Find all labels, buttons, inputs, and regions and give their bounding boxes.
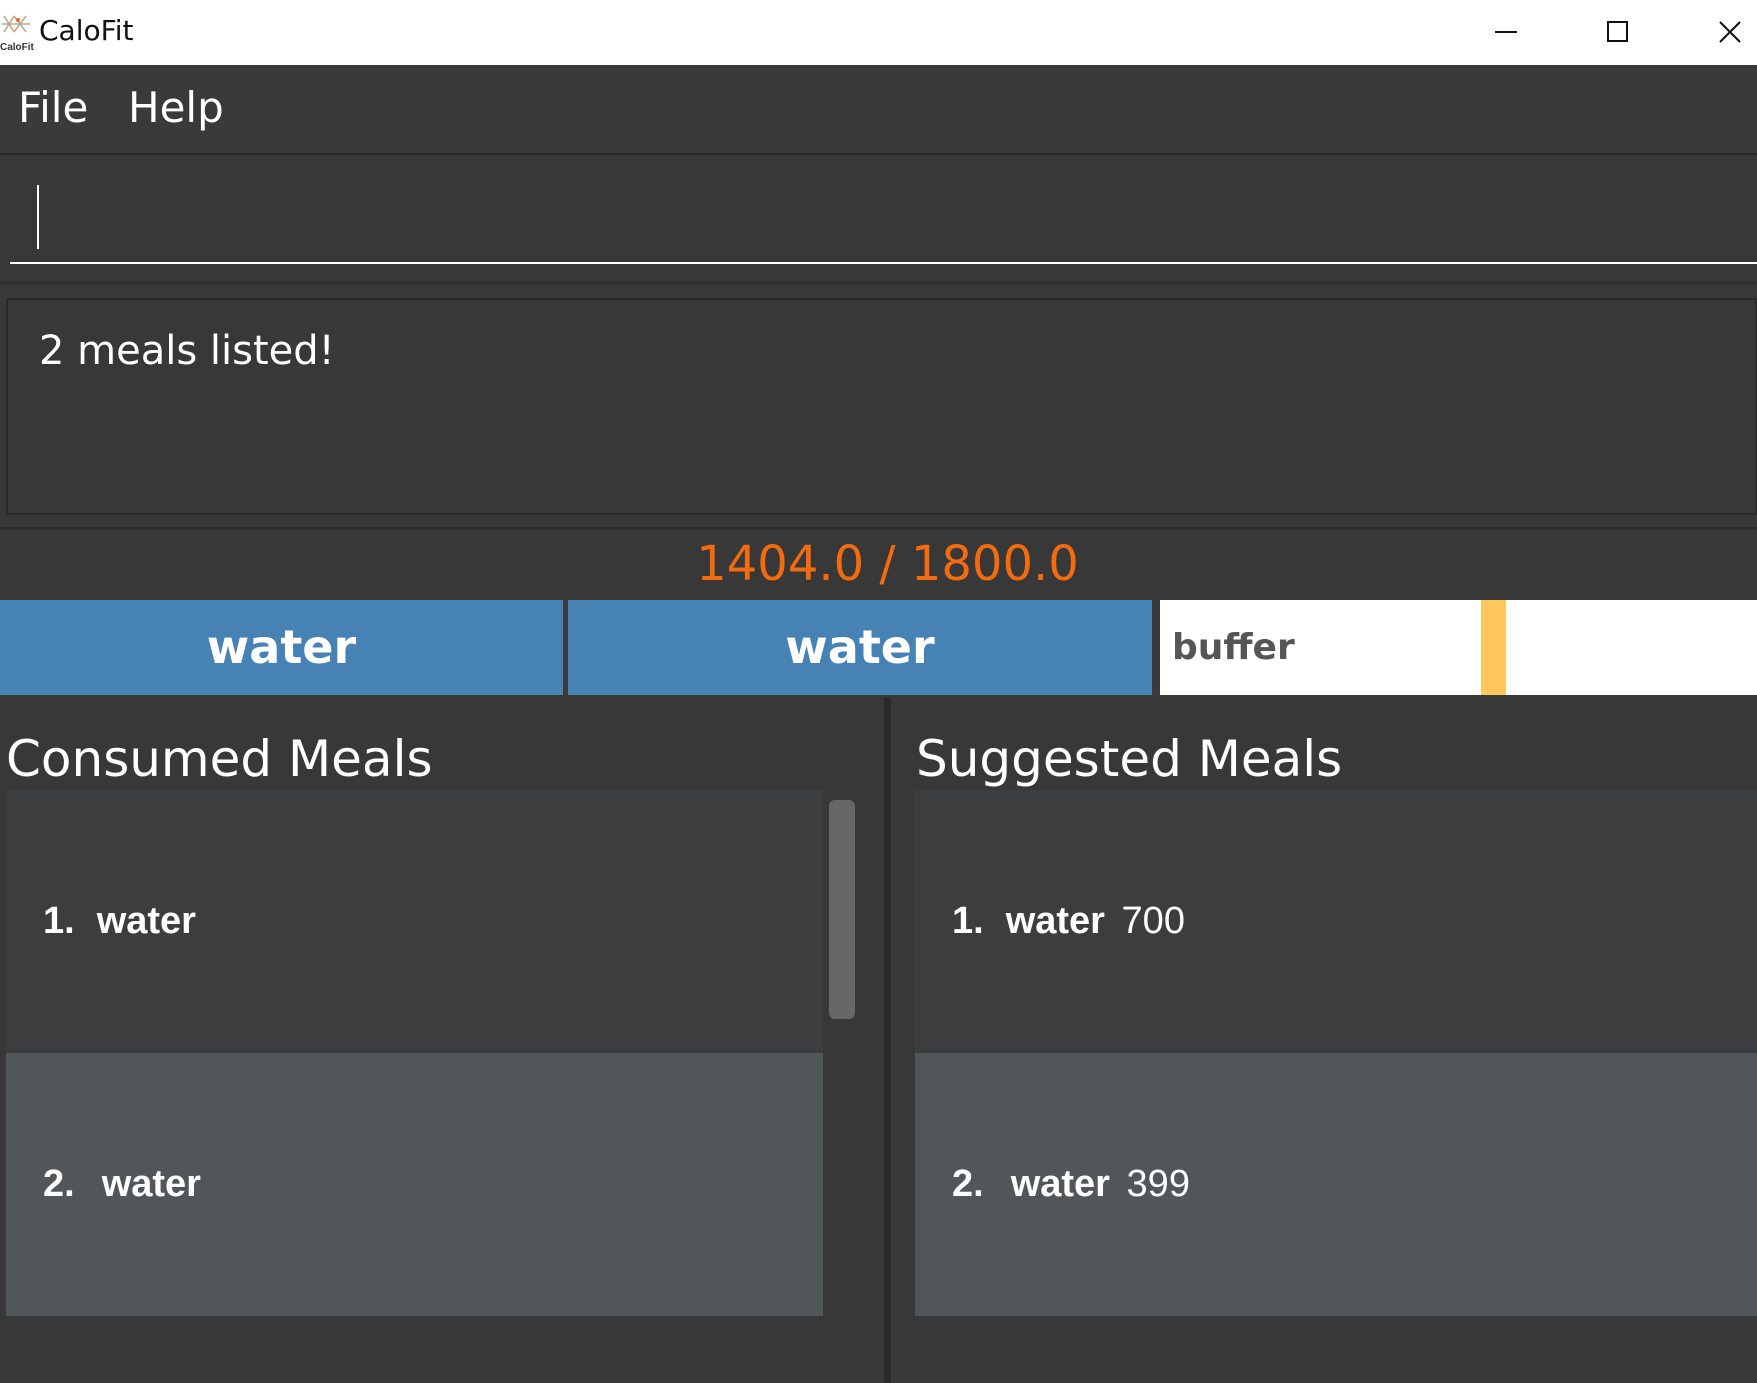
app-logo-text: CaloFit xyxy=(0,42,34,53)
buffer-label: buffer xyxy=(1172,627,1295,668)
command-box-area xyxy=(0,155,1757,282)
text-caret xyxy=(37,185,39,249)
meal-calories: 399 xyxy=(1126,1163,1190,1205)
close-button[interactable] xyxy=(1674,0,1757,65)
meal-entry: 1. water xyxy=(43,900,196,943)
minimize-icon xyxy=(1495,31,1517,33)
list-item[interactable]: 1. water 700 xyxy=(915,790,1757,1053)
calorie-target-marker xyxy=(1481,600,1506,695)
maximize-button[interactable] xyxy=(1562,0,1674,65)
meal-entry: 2. water xyxy=(43,1163,201,1206)
list-item[interactable]: 2. water 399 xyxy=(915,1053,1757,1316)
meal-name: water xyxy=(101,1163,201,1205)
progress-segment-label: water xyxy=(785,620,935,674)
meal-name: water xyxy=(96,900,196,942)
consumed-meals-title: Consumed Meals xyxy=(6,730,433,788)
meal-index: 1. xyxy=(952,900,984,942)
suggested-meals-title: Suggested Meals xyxy=(916,730,1343,788)
result-display[interactable]: 2 meals listed! xyxy=(6,298,1757,515)
scrollbar-thumb[interactable] xyxy=(829,800,855,1019)
meal-index: 1. xyxy=(43,900,75,942)
progress-segment-label: water xyxy=(206,620,357,674)
menu-file[interactable]: File xyxy=(18,83,88,132)
panel-divider[interactable] xyxy=(884,697,891,1383)
calorie-count: 1404.0 / 1800.0 xyxy=(696,536,1079,592)
progress-segment: water xyxy=(0,600,563,695)
segment-separator xyxy=(1152,600,1160,695)
suggested-meals-list[interactable]: 1. water 700 2. water 399 xyxy=(915,790,1757,1383)
meal-calories: 700 xyxy=(1121,900,1185,942)
list-item[interactable]: 1. water xyxy=(6,790,823,1053)
meal-entry: 2. water 399 xyxy=(952,1163,1190,1206)
progress-segment: water xyxy=(568,600,1152,695)
command-input[interactable] xyxy=(10,155,1757,264)
maximize-icon xyxy=(1607,21,1628,42)
window-title: CaloFit xyxy=(39,14,134,47)
meal-name: water xyxy=(1010,1163,1110,1205)
consumed-meals-list[interactable]: 1. water 2. water xyxy=(6,790,823,1383)
result-message: 2 meals listed! xyxy=(39,328,335,374)
divider xyxy=(0,527,1757,530)
meal-name: water xyxy=(1005,900,1105,942)
close-icon xyxy=(1719,21,1741,43)
title-bar: CaloFit CaloFit xyxy=(0,0,1757,65)
meal-index: 2. xyxy=(952,1163,984,1205)
meal-entry: 1. water 700 xyxy=(952,900,1185,943)
progress-buffer-segment: buffer xyxy=(1160,600,1480,695)
divider xyxy=(0,281,1757,285)
menu-bar: File Help xyxy=(0,65,1757,155)
app-logo-icon: CaloFit xyxy=(0,10,34,53)
menu-help[interactable]: Help xyxy=(128,83,224,132)
calorie-progress-bar: water water buffer xyxy=(0,600,1757,695)
meal-index: 2. xyxy=(43,1163,75,1205)
minimize-button[interactable] xyxy=(1450,0,1562,65)
list-item[interactable]: 2. water xyxy=(6,1053,823,1316)
